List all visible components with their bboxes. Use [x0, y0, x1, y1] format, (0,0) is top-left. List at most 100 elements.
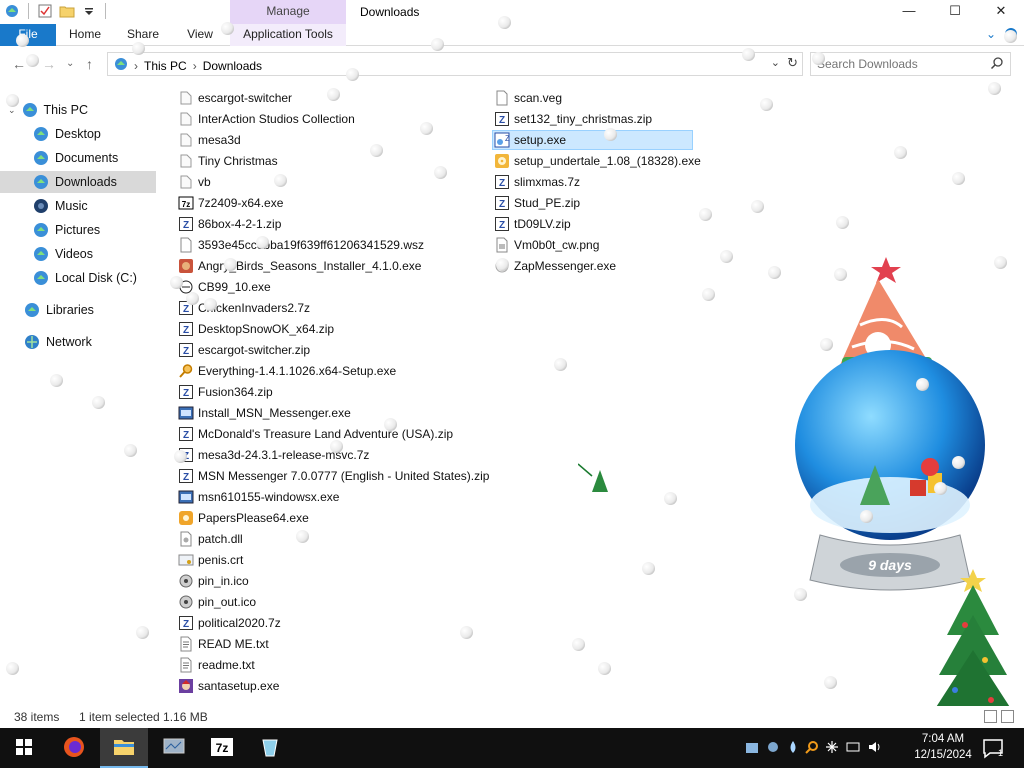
file-item[interactable]: Everything-1.4.1.1026.x64-Setup.exe: [178, 361, 396, 381]
action-center-button[interactable]: 1: [982, 737, 1004, 762]
file-item[interactable]: patch.dll: [178, 529, 243, 549]
details-view-icon[interactable]: [984, 710, 997, 723]
manage-context-tab[interactable]: Manage: [230, 0, 346, 24]
search-box[interactable]: [810, 52, 1011, 76]
minimize-button[interactable]: —: [886, 0, 932, 24]
snowflake: [934, 482, 947, 495]
file-item[interactable]: Tiny Christmas: [178, 151, 278, 171]
tray-app-icon[interactable]: [745, 740, 759, 757]
start-button[interactable]: [0, 728, 48, 768]
archive-icon: Z: [494, 174, 510, 190]
snowflake: [256, 236, 269, 249]
breadcrumb-downloads[interactable]: Downloads: [203, 59, 262, 73]
file-item[interactable]: Z 86box-4-2-1.zip: [178, 214, 281, 234]
file-item[interactable]: Z McDonald's Treasure Land Adventure (USA…: [178, 424, 453, 444]
file-item[interactable]: ZtD09LV.zip: [494, 214, 571, 234]
tab-home[interactable]: Home: [60, 24, 110, 46]
tray-snowflake-icon[interactable]: [825, 740, 839, 757]
file-item[interactable]: ZapMessenger.exe: [494, 256, 616, 276]
file-name: CB99_10.exe: [198, 280, 271, 294]
file-item[interactable]: Z DesktopSnowOK_x64.zip: [178, 319, 334, 339]
file-item[interactable]: msn610155-windowsx.exe: [178, 487, 339, 507]
file-item[interactable]: 7z 7z2409-x64.exe: [178, 193, 283, 213]
file-item[interactable]: Vm0b0t_cw.png: [494, 235, 599, 255]
tray-network-app-icon[interactable]: [765, 740, 781, 757]
file-item[interactable]: pin_in.ico: [178, 571, 249, 591]
file-name: patch.dll: [198, 532, 243, 546]
address-dropdown-icon[interactable]: ⌄: [771, 56, 780, 69]
file-item[interactable]: Zset132_tiny_christmas.zip: [494, 109, 652, 129]
taskbar-7zip[interactable]: 7z: [198, 728, 246, 768]
recent-locations-icon[interactable]: ⌄: [66, 58, 74, 69]
file-name: setup_undertale_1.08_(18328).exe: [514, 154, 701, 168]
this-pc-icon: [114, 57, 128, 74]
file-name: PapersPlease64.exe: [198, 511, 309, 525]
snowflake: [170, 276, 183, 289]
file-item[interactable]: 3593e45ccebba19f639ff61206341529.wsz: [178, 235, 424, 255]
forward-arrow-icon[interactable]: →: [42, 56, 56, 72]
taskbar-bucket-app[interactable]: [246, 728, 294, 768]
file-item[interactable]: Zslimxmas.7z: [494, 172, 580, 192]
maximize-button[interactable]: ☐: [932, 0, 978, 24]
small-tree-cursor: [577, 462, 608, 497]
large-icons-view-icon[interactable]: [1001, 710, 1014, 723]
breadcrumb-this-pc[interactable]: This PC: [144, 59, 187, 73]
taskbar-file-explorer[interactable]: [100, 728, 148, 768]
expand-ribbon-icon[interactable]: ⌄: [986, 27, 996, 44]
file-item[interactable]: InterAction Studios Collection: [178, 109, 355, 129]
new-folder-icon[interactable]: [59, 3, 75, 19]
address-bar[interactable]: › This PC › Downloads ⌄ ↻: [107, 52, 803, 76]
tab-view[interactable]: View: [178, 24, 222, 46]
refresh-icon[interactable]: ↻: [787, 55, 798, 71]
file-item[interactable]: Angry_Birds_Seasons_Installer_4.1.0.exe: [178, 256, 421, 276]
file-item[interactable]: Zpolitical2020.7z: [178, 613, 281, 633]
file-item[interactable]: PapersPlease64.exe: [178, 508, 309, 528]
snowflake: [174, 450, 187, 463]
snowflake: [742, 48, 755, 61]
file-item[interactable]: pin_out.ico: [178, 592, 256, 612]
up-arrow-icon[interactable]: ↑: [86, 56, 93, 72]
file-item[interactable]: Zsetup.exe: [492, 130, 693, 150]
archive-icon: Z: [178, 384, 194, 400]
qat-separator: [105, 3, 106, 19]
file-item[interactable]: Zescargot-switcher.zip: [178, 340, 310, 360]
customize-qat-icon[interactable]: [81, 3, 97, 19]
item-count: 38 items: [14, 710, 60, 724]
snowflake: [702, 288, 715, 301]
file-item[interactable]: mesa3d: [178, 130, 241, 150]
file-item[interactable]: penis.crt: [178, 550, 243, 570]
file-name: mesa3d-24.3.1-release-msvc.7z: [198, 448, 370, 462]
taskbar-firefox[interactable]: [50, 728, 98, 768]
snowflake: [751, 200, 764, 213]
file-item[interactable]: Z Fusion364.zip: [178, 382, 273, 402]
tray-wifi-icon[interactable]: [845, 740, 861, 757]
svg-text:Z: Z: [183, 388, 189, 399]
search-input[interactable]: [817, 56, 987, 72]
explorer-icon: [112, 735, 136, 760]
file-item[interactable]: santasetup.exe: [178, 676, 279, 696]
file-item[interactable]: setup_undertale_1.08_(18328).exe: [494, 151, 701, 171]
file-item[interactable]: scan.veg: [494, 88, 562, 108]
tab-share[interactable]: Share: [120, 24, 166, 46]
taskbar-monitor-app[interactable]: [150, 728, 198, 768]
archive-icon: Z: [178, 468, 194, 484]
file-item[interactable]: READ ME.txt: [178, 634, 269, 654]
file-item[interactable]: Z Stud_PE.zip: [494, 193, 580, 213]
back-arrow-icon[interactable]: ←: [12, 56, 26, 72]
file-item[interactable]: Install_MSN_Messenger.exe: [178, 403, 351, 423]
santa-icon: [178, 678, 194, 694]
tab-application-tools[interactable]: Application Tools: [230, 24, 346, 46]
close-button[interactable]: ✕: [978, 0, 1024, 24]
tray-drop-icon[interactable]: [787, 740, 799, 757]
file-item[interactable]: readme.txt: [178, 655, 255, 675]
tray-search-icon[interactable]: [805, 740, 819, 757]
properties-icon[interactable]: [37, 3, 53, 19]
file-name: mesa3d: [198, 133, 241, 147]
taskbar-clock[interactable]: 7:04 AM 12/15/2024: [912, 731, 974, 763]
file-item[interactable]: escargot-switcher: [178, 88, 292, 108]
search-icon[interactable]: [990, 56, 1004, 73]
file-item[interactable]: vb: [178, 172, 211, 192]
tray-volume-icon[interactable]: [867, 740, 883, 757]
file-item[interactable]: Z MSN Messenger 7.0.0777 (English - Unite…: [178, 466, 489, 486]
explorer-window-icon[interactable]: [4, 3, 20, 19]
